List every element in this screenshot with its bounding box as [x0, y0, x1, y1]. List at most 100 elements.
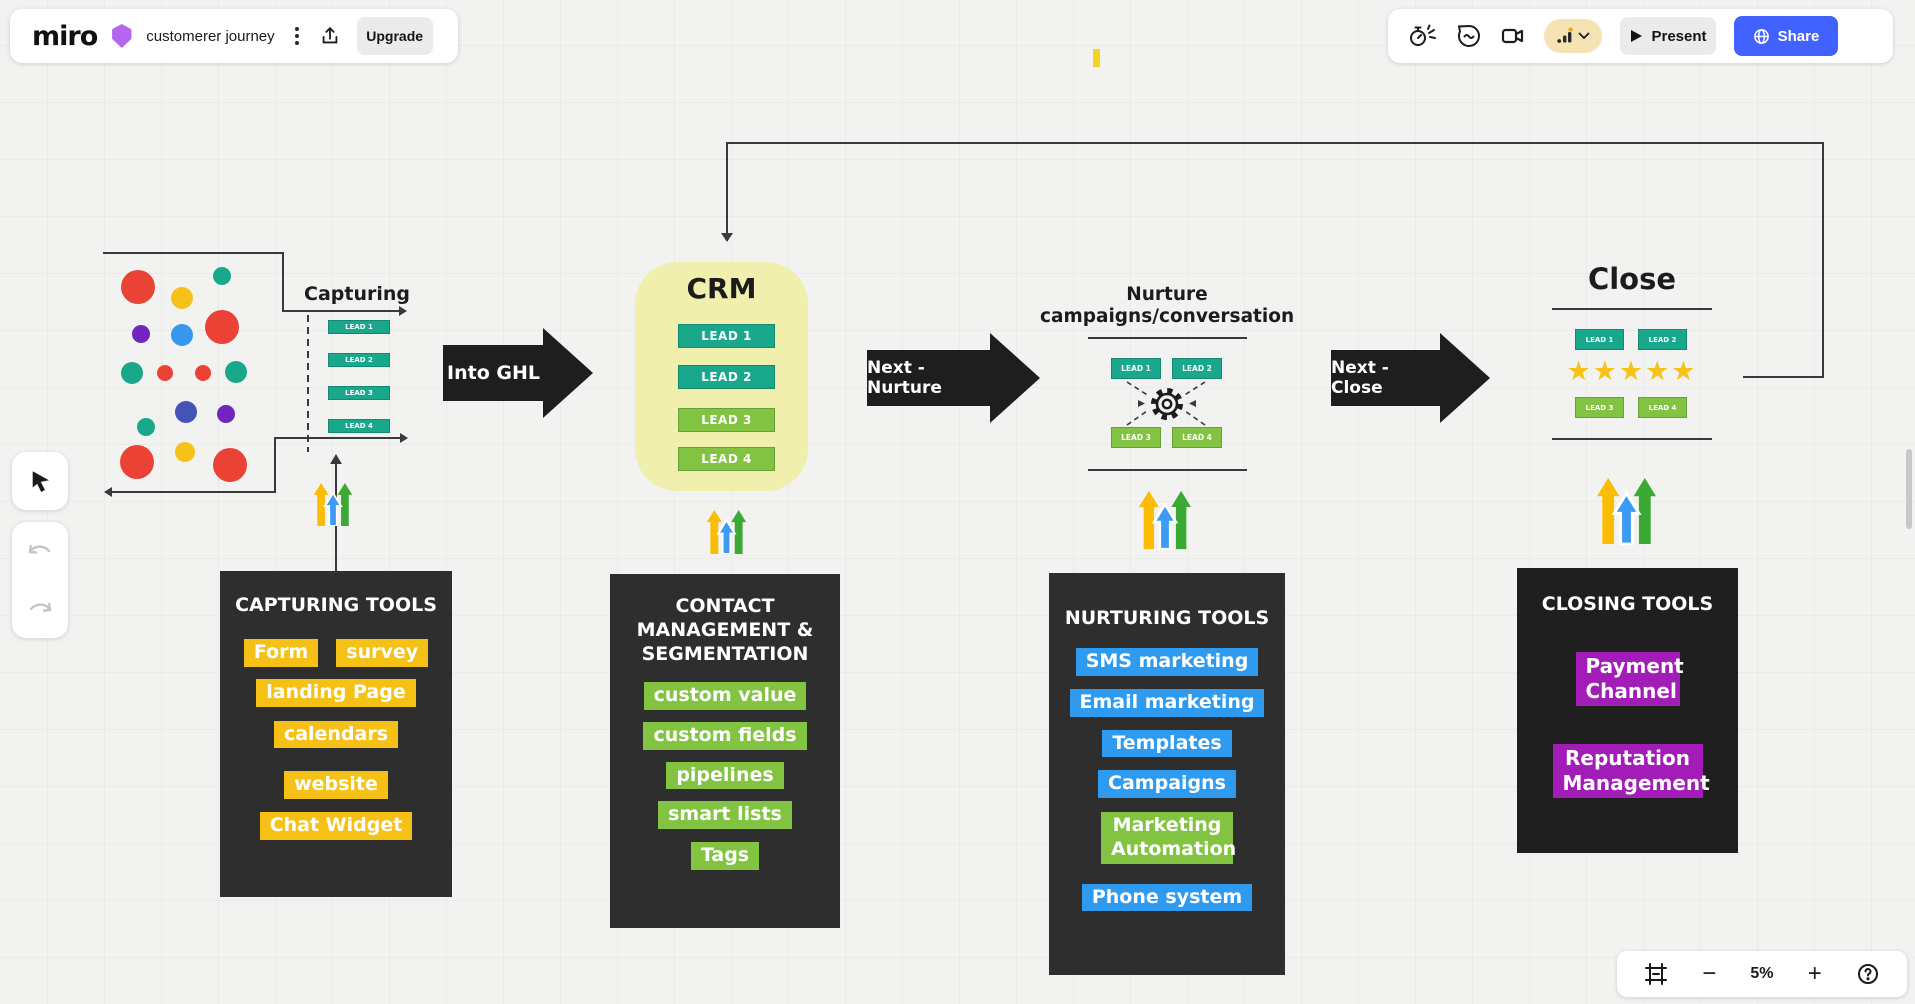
tag-smart-lists[interactable]: smart lists [658, 801, 792, 829]
tag-website[interactable]: website [284, 771, 388, 799]
tag-custom-value[interactable]: custom value [643, 682, 807, 710]
ghl-arrows-icon[interactable] [1139, 490, 1191, 550]
ghl-arrows-icon[interactable] [705, 510, 748, 554]
apps-chip[interactable] [1544, 19, 1602, 53]
dot [171, 287, 193, 309]
close-lead-3[interactable]: LEAD 3 [1575, 397, 1624, 418]
dot [213, 267, 231, 285]
contact-management-box[interactable]: CONTACT MANAGEMENT & SEGMENTATION custom… [610, 574, 840, 928]
nurturing-tools-box[interactable]: NURTURING TOOLS SMS marketing Email mark… [1049, 573, 1285, 975]
nurture-lead-2[interactable]: LEAD 2 [1172, 358, 1222, 379]
tag-chat-widget[interactable]: Chat Widget [259, 812, 413, 840]
dot [225, 361, 247, 383]
tag-marketing-automation[interactable]: Marketing Automation [1101, 812, 1236, 864]
close-title[interactable]: Close [1552, 262, 1712, 296]
miro-board-canvas[interactable]: Capturing LEAD 1 LEAD 2 LEAD 3 LEAD 4 In… [0, 0, 1915, 1004]
zoom-out-button[interactable]: − [1702, 962, 1716, 986]
nurture-lead-4[interactable]: LEAD 4 [1172, 427, 1222, 448]
nurture-title[interactable]: Nurture campaigns/conversation [1040, 284, 1294, 327]
arrow-head [543, 328, 593, 418]
dot [217, 405, 235, 423]
board-menu-button[interactable] [289, 21, 305, 51]
dot [205, 310, 239, 344]
into-ghl-arrow[interactable]: Into GHL [443, 328, 593, 418]
tag-survey[interactable]: survey [336, 639, 429, 667]
box-title: CAPTURING TOOLS [235, 594, 437, 616]
chat-icon[interactable] [1456, 23, 1482, 49]
timer-icon[interactable] [1408, 23, 1438, 49]
undo-icon[interactable] [27, 542, 53, 560]
share-button[interactable]: Share [1734, 16, 1838, 56]
present-label: Present [1651, 27, 1707, 45]
header-left-bar: miro customerer journey Upgrade [10, 9, 458, 63]
ghl-arrows-icon[interactable] [313, 483, 353, 526]
globe-icon [1753, 28, 1769, 44]
tag-calendars[interactable]: calendars [273, 720, 399, 749]
dot [213, 448, 247, 482]
board-badge-icon [112, 24, 132, 48]
fit-to-frame-icon[interactable] [1644, 962, 1668, 986]
board-title[interactable]: customerer journey [146, 28, 274, 45]
close-lead-1[interactable]: LEAD 1 [1575, 329, 1624, 350]
dot [175, 401, 197, 423]
crm-lead-4[interactable]: LEAD 4 [678, 447, 775, 471]
nurture-lead-1[interactable]: LEAD 1 [1111, 358, 1161, 379]
next-close-arrow[interactable]: Next - Close [1331, 333, 1491, 423]
dot [157, 365, 173, 381]
crm-lead-3[interactable]: LEAD 3 [678, 408, 775, 432]
share-label: Share [1777, 27, 1820, 45]
select-tool-card [12, 452, 68, 510]
mini-chart-icon [1557, 27, 1573, 43]
tag-reputation-management[interactable]: Reputation Management [1552, 744, 1710, 798]
zoom-in-button[interactable]: + [1808, 962, 1822, 986]
miro-logo[interactable]: miro [32, 21, 98, 52]
tag-form[interactable]: Form [243, 639, 319, 667]
capture-lead-1[interactable]: LEAD 1 [328, 320, 390, 334]
dot [175, 442, 195, 462]
header-right-bar: Present Share [1388, 9, 1893, 63]
play-icon [1631, 30, 1643, 42]
tag-sms-marketing[interactable]: SMS marketing [1075, 648, 1259, 676]
tag-payment-channel[interactable]: Payment Channel [1575, 652, 1684, 706]
crm-lead-1[interactable]: LEAD 1 [678, 324, 775, 348]
capture-lead-2[interactable]: LEAD 2 [328, 353, 390, 367]
capturing-tools-box[interactable]: CAPTURING TOOLS Form survey landing Page… [220, 571, 452, 897]
cursor-select-tool[interactable] [27, 468, 53, 494]
mini-sticky-note[interactable] [1093, 49, 1100, 67]
redo-icon[interactable] [27, 600, 53, 618]
ghl-arrows-icon[interactable] [1597, 477, 1656, 545]
close-lead-2[interactable]: LEAD 2 [1638, 329, 1687, 350]
next-nurture-arrow[interactable]: Next - Nurture [867, 333, 1044, 423]
gear-icon [1151, 388, 1183, 420]
tag-campaigns[interactable]: Campaigns [1098, 770, 1236, 798]
export-icon[interactable] [319, 25, 341, 47]
dot [137, 418, 155, 436]
tag-templates[interactable]: Templates [1102, 729, 1232, 758]
dot [195, 365, 211, 381]
zoom-level[interactable]: 5% [1750, 965, 1773, 983]
tag-pipelines[interactable]: pipelines [666, 761, 784, 790]
video-chat-icon[interactable] [1500, 24, 1526, 48]
upgrade-button[interactable]: Upgrade [356, 17, 433, 55]
tag-tags[interactable]: Tags [690, 842, 760, 870]
arrow-head [1440, 333, 1490, 423]
next-close-label: Next - Close [1331, 350, 1441, 406]
dot [121, 362, 143, 384]
capturing-title[interactable]: Capturing [297, 283, 417, 305]
crm-lead-2[interactable]: LEAD 2 [678, 365, 775, 389]
tag-email-marketing[interactable]: Email marketing [1069, 688, 1265, 717]
scrollbar-thumb[interactable] [1906, 449, 1912, 529]
capture-lead-4[interactable]: LEAD 4 [328, 419, 390, 433]
chevron-down-icon [1578, 32, 1590, 40]
tag-landing-page[interactable]: landing Page [256, 678, 416, 707]
tag-custom-fields[interactable]: custom fields [643, 721, 807, 750]
present-button[interactable]: Present [1620, 17, 1716, 55]
capture-lead-3[interactable]: LEAD 3 [328, 386, 390, 400]
nurture-lead-3[interactable]: LEAD 3 [1111, 427, 1161, 448]
dot [171, 324, 193, 346]
closing-tools-box[interactable]: CLOSING TOOLS Payment Channel Reputation… [1517, 568, 1738, 853]
help-icon[interactable] [1856, 962, 1880, 986]
close-lead-4[interactable]: LEAD 4 [1638, 397, 1687, 418]
tag-phone-system[interactable]: Phone system [1081, 883, 1253, 912]
star-rating[interactable]: ★★★★★ [1566, 356, 1698, 387]
